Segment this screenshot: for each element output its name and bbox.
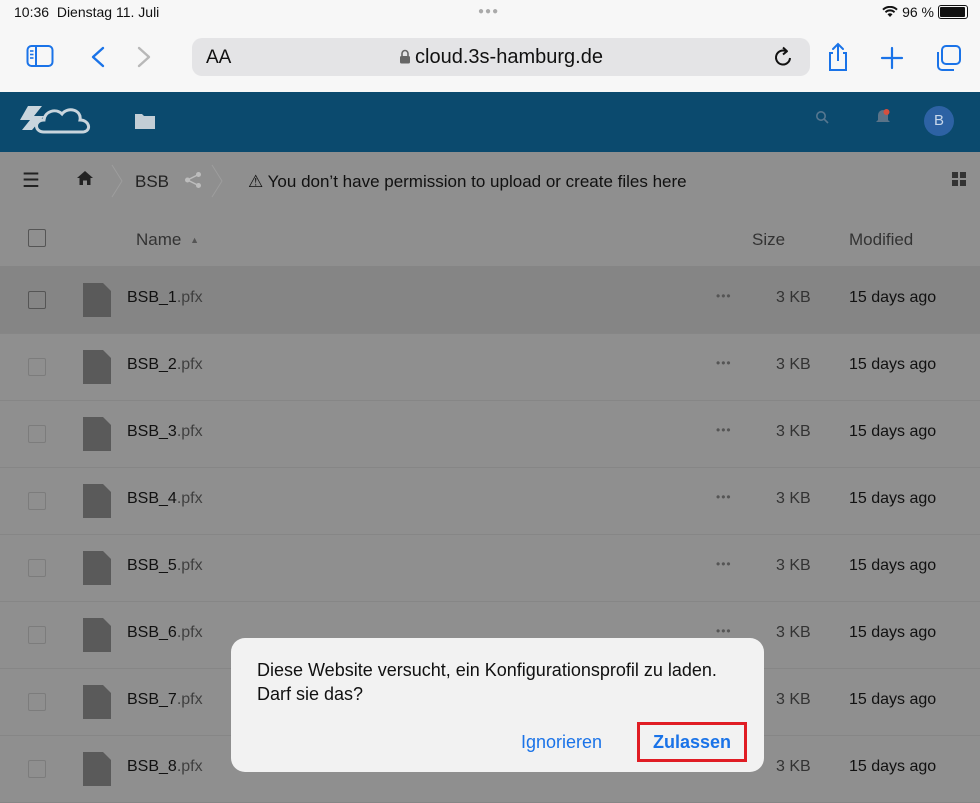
battery-percent: 96 %: [902, 4, 934, 20]
breadcrumb: ☰ BSB ⚠ You don’t have permission to upl…: [0, 152, 980, 211]
table-row[interactable]: BSB_2.pfx ••• 3 KB 15 days ago: [0, 334, 980, 401]
row-checkbox[interactable]: [28, 559, 46, 577]
row-checkbox[interactable]: [28, 693, 46, 711]
row-checkbox[interactable]: [28, 760, 46, 778]
file-size: 3 KB: [776, 557, 811, 574]
file-name[interactable]: BSB_4.pfx: [127, 490, 203, 508]
file-icon: [83, 752, 111, 786]
size-column-header[interactable]: Size: [752, 230, 785, 250]
logo[interactable]: [18, 98, 98, 144]
file-modified: 15 days ago: [849, 691, 937, 708]
search-icon[interactable]: [815, 110, 829, 124]
table-row[interactable]: BSB_5.pfx ••• 3 KB 15 days ago: [0, 535, 980, 602]
file-size: 3 KB: [776, 691, 811, 708]
tabs-icon[interactable]: [934, 44, 962, 72]
status-bar: 10:36 Dienstag 11. Juli ●●● 96 %: [0, 0, 980, 24]
row-checkbox[interactable]: [28, 358, 46, 376]
file-name[interactable]: BSB_8.pfx: [127, 758, 203, 776]
breadcrumb-separator: [111, 164, 123, 198]
row-checkbox[interactable]: [28, 425, 46, 443]
breadcrumb-folder[interactable]: BSB: [135, 172, 169, 192]
table-row[interactable]: BSB_3.pfx ••• 3 KB 15 days ago: [0, 401, 980, 468]
more-icon[interactable]: •••: [716, 490, 732, 504]
share-icon[interactable]: [826, 42, 850, 72]
file-size: 3 KB: [776, 490, 811, 507]
url-field[interactable]: cloud.3s-hamburg.de: [192, 46, 810, 69]
name-column-header[interactable]: Name ▲: [136, 230, 199, 250]
file-name[interactable]: BSB_1.pfx: [127, 289, 203, 307]
table-row[interactable]: BSB_4.pfx ••• 3 KB 15 days ago: [0, 468, 980, 535]
file-size: 3 KB: [776, 356, 811, 373]
share-icon[interactable]: [184, 171, 202, 189]
sort-indicator: ▲: [190, 235, 200, 245]
file-icon: [83, 551, 111, 585]
more-icon[interactable]: •••: [716, 289, 732, 303]
file-modified: 15 days ago: [849, 289, 937, 306]
profile-download-dialog: Diese Website versucht, ein Konfiguratio…: [231, 638, 764, 772]
more-icon[interactable]: •••: [716, 356, 732, 370]
file-icon: [83, 417, 111, 451]
browser-toolbar: AA cloud.3s-hamburg.de: [0, 24, 980, 92]
more-icon[interactable]: •••: [716, 557, 732, 571]
dialog-message: Diese Website versucht, ein Konfiguratio…: [257, 660, 717, 704]
url-text: cloud.3s-hamburg.de: [415, 46, 603, 68]
avatar[interactable]: B: [924, 106, 954, 136]
wifi-icon: [882, 6, 898, 17]
status-time: 10:36 Dienstag 11. Juli: [14, 4, 160, 20]
more-icon[interactable]: •••: [716, 624, 732, 638]
menu-icon[interactable]: ☰: [22, 168, 40, 193]
file-icon: [83, 618, 111, 652]
select-all-checkbox[interactable]: [28, 229, 46, 247]
modified-column-header[interactable]: Modified: [849, 230, 913, 250]
grid-view-icon[interactable]: [952, 172, 966, 186]
battery-level: [940, 7, 965, 17]
file-name[interactable]: BSB_3.pfx: [127, 423, 203, 441]
sidebar-icon[interactable]: [26, 44, 54, 68]
breadcrumb-separator: [211, 164, 223, 198]
battery-icon: [938, 5, 968, 19]
new-tab-icon[interactable]: [880, 46, 904, 70]
file-modified: 15 days ago: [849, 490, 937, 507]
file-modified: 15 days ago: [849, 758, 937, 775]
back-icon[interactable]: [90, 46, 106, 68]
table-row[interactable]: BSB_1.pfx ••• 3 KB 15 days ago: [0, 267, 980, 334]
bell-icon[interactable]: [875, 108, 891, 126]
file-icon: [83, 350, 111, 384]
file-name[interactable]: BSB_6.pfx: [127, 624, 203, 642]
file-name[interactable]: BSB_5.pfx: [127, 557, 203, 575]
more-icon[interactable]: •••: [716, 423, 732, 437]
file-modified: 15 days ago: [849, 356, 937, 373]
ignore-button[interactable]: Ignorieren: [521, 732, 602, 753]
file-modified: 15 days ago: [849, 624, 937, 641]
app-header: B: [0, 92, 980, 152]
file-modified: 15 days ago: [849, 423, 937, 440]
allow-button[interactable]: Zulassen: [637, 722, 747, 762]
file-size: 3 KB: [776, 423, 811, 440]
file-name[interactable]: BSB_7.pfx: [127, 691, 203, 709]
file-icon: [83, 283, 111, 317]
multitasking-dots[interactable]: ●●●: [478, 6, 499, 17]
file-modified: 15 days ago: [849, 557, 937, 574]
status-right: 96 %: [882, 4, 968, 20]
file-icon: [83, 484, 111, 518]
file-icon: [83, 685, 111, 719]
address-bar[interactable]: AA cloud.3s-hamburg.de: [192, 38, 810, 76]
row-checkbox[interactable]: [28, 291, 46, 309]
table-header: Name ▲ Size Modified: [0, 210, 980, 267]
file-size: 3 KB: [776, 624, 811, 641]
file-name[interactable]: BSB_2.pfx: [127, 356, 203, 374]
file-size: 3 KB: [776, 758, 811, 775]
row-checkbox[interactable]: [28, 492, 46, 510]
file-size: 3 KB: [776, 289, 811, 306]
row-checkbox[interactable]: [28, 626, 46, 644]
lock-icon: [400, 49, 411, 64]
permission-warning: ⚠ You don’t have permission to upload or…: [248, 172, 687, 191]
forward-icon[interactable]: [136, 46, 152, 68]
folder-icon[interactable]: [135, 112, 155, 130]
home-icon[interactable]: [76, 170, 94, 186]
reload-icon[interactable]: [772, 45, 794, 69]
